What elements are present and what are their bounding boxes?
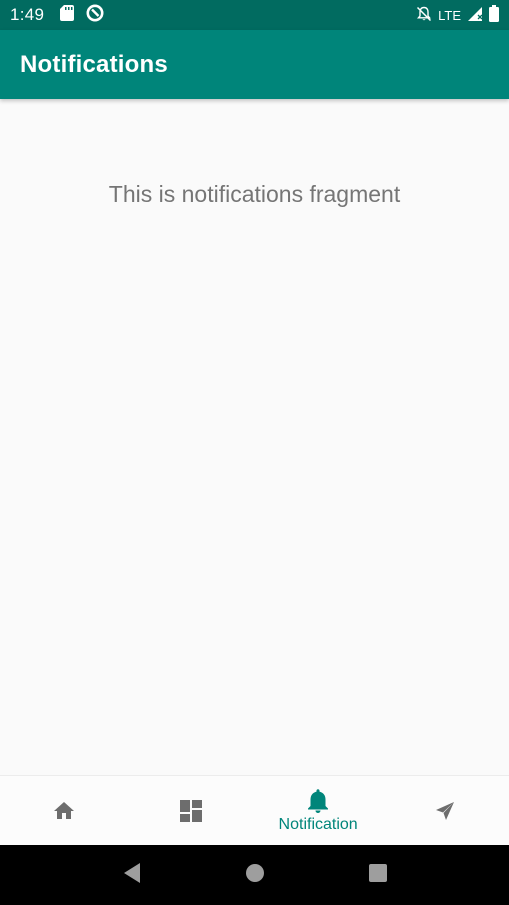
home-circle-icon <box>245 863 265 888</box>
screen: 1:49 LTE Notifications This is notificat… <box>0 0 509 905</box>
fragment-content: This is notifications fragment <box>0 99 509 775</box>
nav-item-dashboard[interactable] <box>127 776 254 845</box>
status-time: 1:49 <box>10 5 45 24</box>
system-home-button[interactable] <box>235 855 275 895</box>
nav-item-home[interactable] <box>0 776 127 845</box>
bell-icon <box>306 788 330 814</box>
nav-item-notification[interactable]: Notification <box>255 776 382 845</box>
battery-icon <box>489 5 499 25</box>
notifications-off-icon <box>416 6 432 25</box>
page-title: Notifications <box>20 50 168 78</box>
sd-card-icon <box>60 4 75 26</box>
system-navigation-bar <box>0 845 509 905</box>
status-bar: 1:49 LTE <box>0 0 509 30</box>
system-recents-button[interactable] <box>358 855 398 895</box>
status-left-icons <box>60 4 104 27</box>
fragment-message: This is notifications fragment <box>108 181 401 207</box>
send-icon <box>433 798 457 824</box>
back-icon <box>122 862 142 889</box>
signal-icon <box>467 6 483 25</box>
app-bar: Notifications <box>0 30 509 99</box>
status-right: LTE <box>416 5 499 25</box>
nav-label-notification: Notification <box>278 815 358 833</box>
nav-item-send[interactable] <box>382 776 509 845</box>
network-label: LTE <box>438 7 461 23</box>
dashboard-icon <box>179 798 203 824</box>
home-icon <box>52 798 76 824</box>
system-back-button[interactable] <box>112 855 152 895</box>
recents-icon <box>368 863 387 887</box>
bottom-navigation: Notification <box>0 775 509 845</box>
sync-icon <box>86 4 104 27</box>
